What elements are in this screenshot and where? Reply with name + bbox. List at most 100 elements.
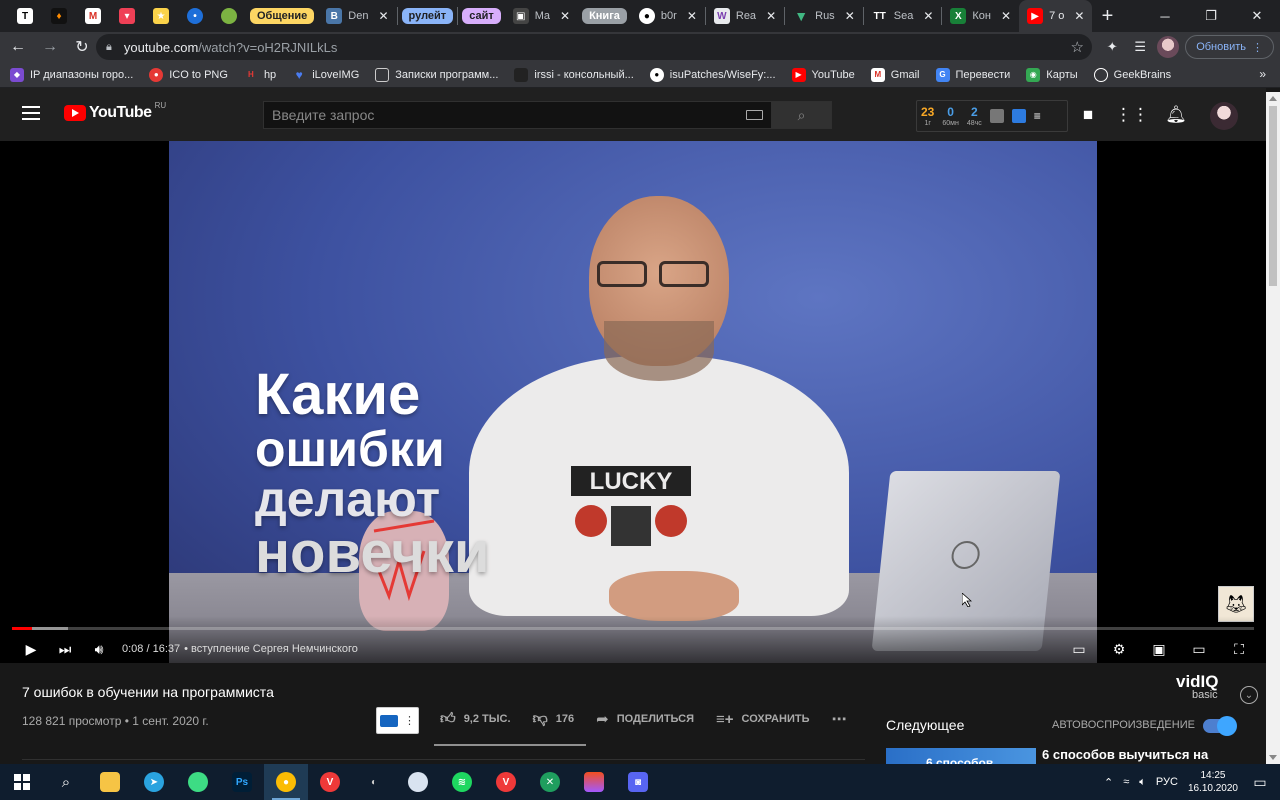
bookmarks-overflow-icon[interactable]: » [1259,67,1266,81]
theater-mode-icon[interactable]: ▭ [1182,636,1216,662]
subtitles-icon[interactable]: ▭ [1062,636,1096,662]
maximize-icon[interactable]: ❐ [1188,0,1234,32]
tab-ma[interactable]: ▣ Ma ✕ [505,0,578,32]
tab-group-label[interactable]: Общение [250,8,315,24]
bookmark-item[interactable]: G Перевести [935,67,1010,82]
play-icon[interactable]: ▶ [14,636,48,662]
scroll-down-icon[interactable] [1269,755,1277,760]
taskbar-search[interactable]: ⌕ [44,764,88,800]
chart-icon[interactable] [989,109,1004,123]
close-icon[interactable]: ✕ [1074,9,1084,23]
language-indicator[interactable]: РУС [1156,776,1178,788]
chevron-down-icon[interactable]: ⌄ [1240,686,1258,704]
pinned-tab-star[interactable]: ★ [144,0,178,32]
next-icon[interactable]: ⏭ [48,636,82,662]
update-button[interactable]: Обновить ⋮ [1185,35,1274,59]
progress-bar[interactable] [12,627,1254,630]
profile-avatar[interactable] [1157,36,1180,58]
clock[interactable]: 14:25 16.10.2020 [1188,769,1238,795]
pinned-tab-green[interactable] [212,0,246,32]
reload-icon[interactable]: ↻ [68,33,96,61]
address-bar[interactable]: 🔒︎ youtube.com/watch?v=oH2RJNILkLs ☆ [96,34,1092,60]
bookmark-item[interactable]: ● ICO to PNG [149,67,228,82]
share-button[interactable]: ➦ ПОДЕЛИТЬСЯ [596,710,694,728]
close-icon[interactable]: ✕ [923,9,933,23]
search-input[interactable] [272,107,732,123]
like-button[interactable]: 👍︎ 9,2 ТЫС. [440,710,511,728]
bookmark-item[interactable]: ● isuPatches/WiseFy:... [649,67,776,82]
bookmark-item[interactable]: ▶ YouTube [791,67,855,82]
scroll-up-icon[interactable] [1269,96,1277,101]
scroll-thumb[interactable] [1269,106,1277,286]
tab-den[interactable]: В Den ✕ [318,0,396,32]
bookmark-item[interactable]: Hhp [244,68,276,82]
pinned-tab-pocket[interactable]: ▾ [110,0,144,32]
reading-list-icon[interactable]: ☰ [1129,36,1151,58]
autoplay-toggle[interactable] [1203,716,1237,736]
vidiq-logo[interactable]: vidIQ basic [1176,673,1219,701]
start-button[interactable] [0,764,44,800]
bookmark-item[interactable]: irssi - консольный... [514,67,634,82]
apps-icon[interactable]: ⋮⋮ [1115,103,1149,127]
search-box[interactable] [263,101,772,129]
volume-icon[interactable]: 🔈︎ [1139,776,1146,789]
settings-icon[interactable]: ⚙ [1102,636,1136,662]
notifications-icon[interactable]: 🔔︎ [1164,103,1188,127]
minimize-icon[interactable]: ─ [1142,0,1188,32]
wifi-icon[interactable]: ≈ [1123,776,1129,788]
tab-youtube-active[interactable]: ▶ 7 о ✕ [1019,0,1093,32]
close-icon[interactable]: ✕ [845,9,855,23]
video-player[interactable]: LUCKY Какие ошибки делают новечки 🦊︎ ▶ ⏭… [0,141,1266,663]
forward-icon[interactable]: → [36,33,64,61]
close-window-icon[interactable]: ✕ [1234,0,1280,32]
notifications-center-icon[interactable]: ▭ [1248,770,1272,794]
extensions-icon[interactable]: ✦ [1101,36,1123,58]
taskbar-photoshop[interactable]: Ps [220,764,264,800]
close-icon[interactable]: ✕ [1001,9,1011,23]
pinned-tab-t[interactable]: T [8,0,42,32]
pinned-tab-blue[interactable]: • [178,0,212,32]
youtube-logo[interactable]: YouTube RU [64,101,166,122]
taskbar-spotify[interactable]: ≋ [440,764,484,800]
search-button[interactable]: ⌕ [771,101,832,129]
bookmark-item[interactable]: Записки программ... [375,67,498,82]
tab-group-label[interactable]: Книга [582,8,627,24]
taskbar-figma[interactable] [572,764,616,800]
chevron-up-icon[interactable]: ⌃ [1104,776,1113,789]
tab-read[interactable]: W Rea ✕ [706,0,784,32]
pinned-tab-flame[interactable]: ♦ [42,0,76,32]
taskbar-telegram[interactable]: ➤ [132,764,176,800]
chapter-title[interactable]: • вступление Сергея Немчинского [184,643,358,655]
miniplayer-icon[interactable]: ▣ [1142,636,1176,662]
taskbar-chrome[interactable]: ● [264,764,308,800]
taskbar-discord[interactable]: ◙ [616,764,660,800]
tab-kon[interactable]: X Кон ✕ [942,0,1019,32]
tab-rus[interactable]: ▼ Rus ✕ [785,0,863,32]
bookmark-item[interactable]: ♥ iLoveIMG [292,68,360,82]
account-avatar[interactable] [1210,102,1238,130]
bookmark-item[interactable]: ◆ IP диапазоны горо... [10,67,133,82]
volume-icon[interactable]: 🔊︎ [82,636,116,662]
taskbar-raccoon[interactable]: ◐ [352,764,396,800]
save-button[interactable]: ≡+ СОХРАНИТЬ [716,711,809,728]
bookmark-item[interactable]: M Gmail [870,67,920,82]
tab-group-label[interactable]: рулейт [401,8,454,24]
taskbar-vivaldi[interactable]: V [308,764,352,800]
bookmark-star-icon[interactable]: ☆ [1071,38,1084,56]
list-icon[interactable]: ≡ [1034,109,1041,123]
tab-group-label[interactable]: сайт [462,8,501,24]
new-tab-icon[interactable]: + [1092,5,1122,28]
close-icon[interactable]: ✕ [687,9,697,23]
next-video-thumbnail[interactable]: 6 способов [886,748,1036,764]
close-icon[interactable]: ✕ [560,9,570,23]
menu-icon[interactable] [22,106,40,120]
taskbar-green-app[interactable]: ✕ [528,764,572,800]
taskbar-explorer[interactable] [88,764,132,800]
close-icon[interactable]: ✕ [766,9,776,23]
more-button[interactable]: ⋯ [831,710,846,728]
close-icon[interactable]: ✕ [378,9,388,23]
tab-github[interactable]: ● b0r ✕ [631,0,705,32]
create-video-icon[interactable]: ■ [1076,103,1100,127]
next-video-title[interactable]: 6 способов выучиться на [1042,747,1208,762]
back-icon[interactable]: ← [4,33,32,61]
